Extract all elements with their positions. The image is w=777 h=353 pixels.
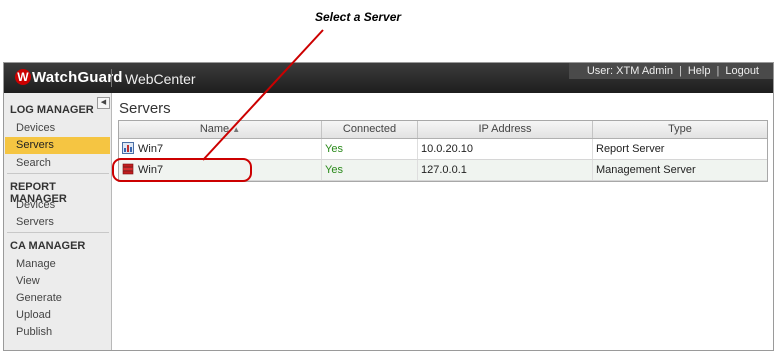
section-ca-manager: CA MANAGER xyxy=(10,240,86,252)
sidebar-item-log-devices[interactable]: Devices xyxy=(16,122,55,134)
collapse-sidebar-button[interactable]: ◀ xyxy=(97,97,110,109)
help-link[interactable]: Help xyxy=(688,65,711,77)
servers-table: Name ▲ Connected IP Address Type Win7 Ye… xyxy=(118,120,768,182)
column-header-ip[interactable]: IP Address xyxy=(418,121,593,138)
server-type-cell: Management Server xyxy=(596,164,696,176)
column-header-name[interactable]: Name ▲ xyxy=(119,121,322,138)
sidebar-item-ca-manage[interactable]: Manage xyxy=(16,258,56,270)
section-log-manager: LOG MANAGER xyxy=(10,104,94,116)
sidebar-item-ca-publish[interactable]: Publish xyxy=(16,326,52,338)
sidebar-item-report-devices[interactable]: Devices xyxy=(16,199,55,211)
table-row[interactable]: Win7 Yes 127.0.0.1 Management Server xyxy=(119,160,767,181)
connected-cell: Yes xyxy=(322,160,418,180)
header-divider xyxy=(111,69,112,87)
annotation-callout: Select a Server xyxy=(315,10,402,24)
sidebar-item-ca-upload[interactable]: Upload xyxy=(16,309,51,321)
table-row[interactable]: Win7 Yes 10.0.20.10 Report Server xyxy=(119,139,767,160)
user-bar: User: XTM Admin | Help | Logout xyxy=(569,63,773,79)
app-header: W WatchGuard WebCenter User: XTM Admin | … xyxy=(4,63,773,93)
sidebar-item-log-servers[interactable]: Servers xyxy=(5,137,110,154)
webcenter-window: W WatchGuard WebCenter User: XTM Admin | … xyxy=(3,62,774,351)
logout-link[interactable]: Logout xyxy=(725,65,759,77)
server-name-cell: Win7 xyxy=(119,139,322,159)
main-content: Servers Name ▲ Connected IP Address Type… xyxy=(112,93,773,350)
page-title: Servers xyxy=(119,100,171,117)
sidebar-item-log-search[interactable]: Search xyxy=(16,157,51,169)
sidebar-item-ca-generate[interactable]: Generate xyxy=(16,292,62,304)
watchguard-logo: W WatchGuard xyxy=(15,69,123,86)
user-label: User: XTM Admin xyxy=(586,65,673,77)
server-type-cell: Report Server xyxy=(596,143,665,155)
report-server-icon xyxy=(122,142,134,154)
logo-text: WatchGuard xyxy=(32,69,123,86)
section-divider xyxy=(7,173,109,174)
management-server-icon xyxy=(122,163,134,175)
sidebar-item-report-servers[interactable]: Servers xyxy=(16,216,54,228)
ip-address-cell: 10.0.20.10 xyxy=(418,139,593,159)
sort-ascending-icon: ▲ xyxy=(232,125,241,134)
sidebar: ◀ LOG MANAGER Devices Servers Search REP… xyxy=(4,93,112,350)
column-header-type[interactable]: Type xyxy=(593,121,767,138)
app-name: WebCenter xyxy=(125,71,196,87)
ip-address-cell: 127.0.0.1 xyxy=(418,160,593,180)
connected-cell: Yes xyxy=(322,139,418,159)
section-divider xyxy=(7,232,109,233)
sidebar-item-ca-view[interactable]: View xyxy=(16,275,40,287)
watchguard-mark-icon: W xyxy=(15,69,31,85)
server-name-cell: Win7 xyxy=(119,160,322,180)
column-header-connected[interactable]: Connected xyxy=(322,121,418,138)
table-header: Name ▲ Connected IP Address Type xyxy=(119,121,767,139)
